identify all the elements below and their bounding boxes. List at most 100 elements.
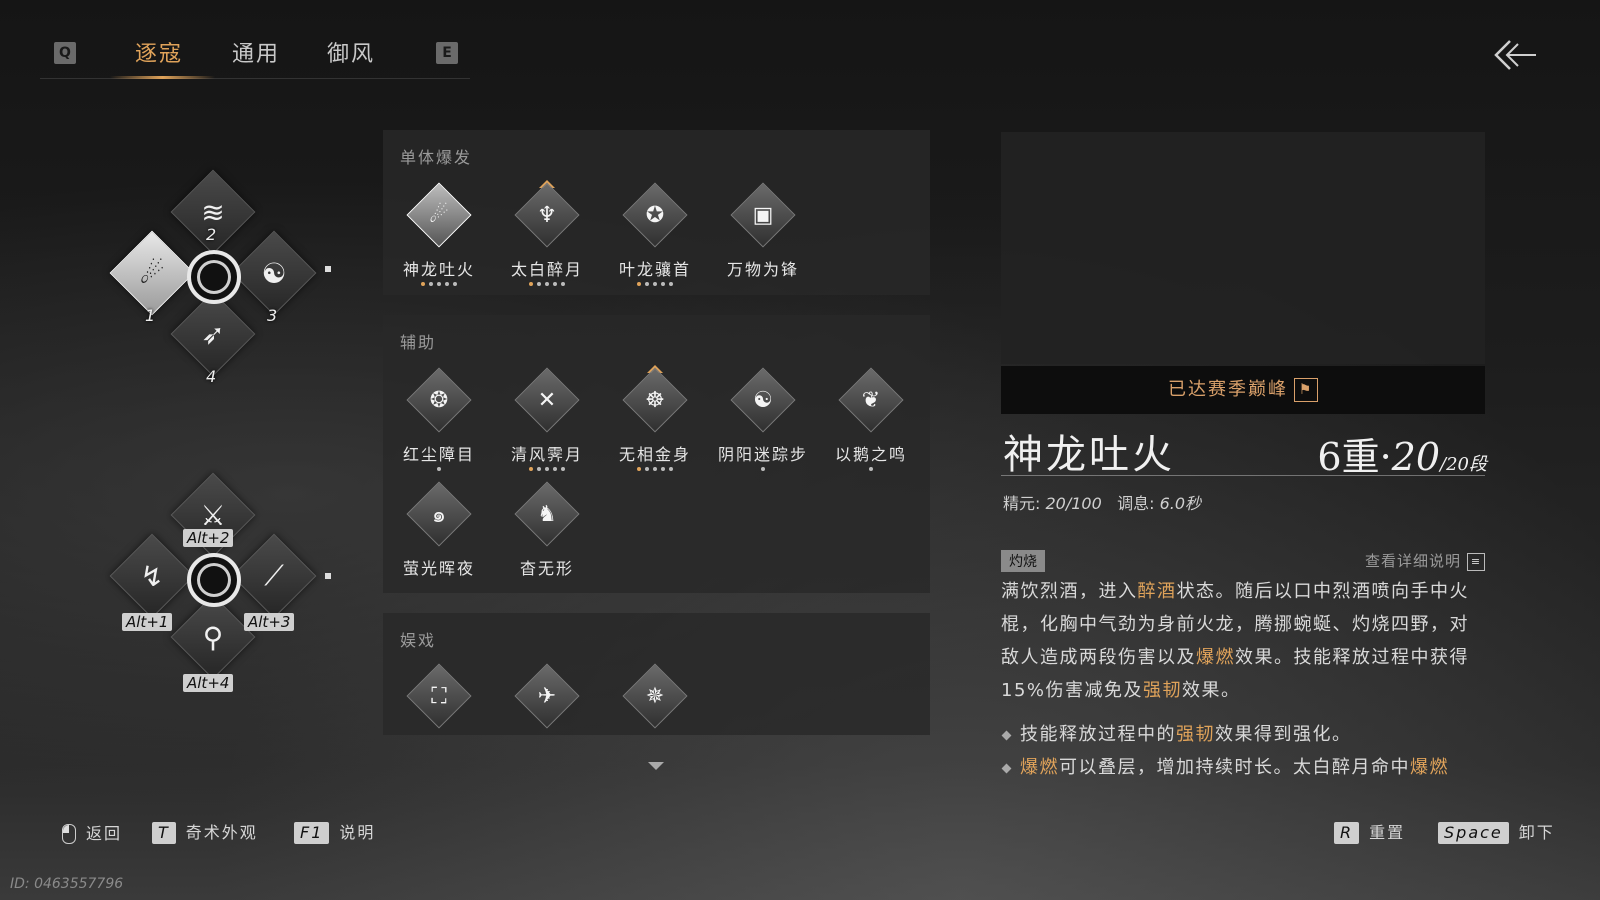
loadout-slot-3[interactable]: ☯ xyxy=(231,230,317,316)
prev-tab-key[interactable]: Q xyxy=(54,42,76,64)
loadout-center-ring-icon xyxy=(187,553,241,607)
title-divider xyxy=(1001,475,1485,476)
skill-title: 神龙吐火 xyxy=(1003,432,1175,478)
skill-level: 6重·20/20段 xyxy=(1317,435,1487,479)
skill-name: 无相金身 xyxy=(618,445,691,464)
skill-card[interactable]: ❦ 以鹅之鸣 xyxy=(826,367,916,473)
season-peak-text: 已达赛季巅峰 xyxy=(1168,379,1288,400)
skill-card[interactable]: ☄ 神龙吐火 xyxy=(394,182,484,288)
crossed-blades-icon: ✕ xyxy=(537,387,557,413)
skill-stats: 精元: 20/100 调息: 6.0秒 xyxy=(1003,494,1202,513)
skill-tab-bar: Q 逐寇 通用 御风 E xyxy=(40,30,470,79)
category-panel-fun: 娱戏 ⛶ ✈ ✵ xyxy=(383,613,930,735)
skill-rank-dots xyxy=(610,282,700,288)
flying-kick-icon: ✈ xyxy=(537,683,557,709)
description-text: 效果。 xyxy=(1182,680,1241,701)
tab-yufeng[interactable]: 御风 xyxy=(327,36,375,68)
slot-key-alt3: Alt+3 xyxy=(244,613,295,631)
skill-card-locked[interactable]: ▣ 万物为锋 xyxy=(718,182,808,280)
group-indicator-dot xyxy=(325,573,331,579)
description-text: 可以叠层，增加持续时长。太白醉月命中 xyxy=(1059,757,1410,778)
skill-card[interactable]: ☯ 阴阳迷踪步 xyxy=(718,367,808,473)
keyword-highlight: 强韧 xyxy=(1176,724,1215,745)
view-details-link[interactable]: 查看详细说明 ≡ xyxy=(1365,550,1485,571)
back-hint[interactable]: 返回 xyxy=(62,820,122,844)
help-hint[interactable]: F1 说明 xyxy=(294,819,375,844)
skill-name: 清风霁月 xyxy=(510,445,583,464)
appearance-hint[interactable]: T 奇术外观 xyxy=(152,819,258,844)
unequip-key: Space xyxy=(1438,822,1509,844)
category-panel-burst: 单体爆发 ☄ 神龙吐火 ♆ 太白醉月 ✪ 叶龙骧首 ▣ 万物为锋 xyxy=(383,130,930,295)
effect-tag: 灼烧 xyxy=(1001,550,1045,572)
meditate-icon: ☯ xyxy=(261,256,287,290)
tab-tongyong[interactable]: 通用 xyxy=(232,36,280,68)
loadout-slot-4[interactable]: ➶ xyxy=(170,291,256,377)
slot-key-alt2: Alt+2 xyxy=(183,529,234,547)
dust-eye-icon: ❂ xyxy=(429,387,449,413)
detail-doc-icon: ≡ xyxy=(1467,552,1485,571)
yin-yang-icon: ☯ xyxy=(753,387,773,413)
tab-zhukou[interactable]: 逐寇 xyxy=(135,36,183,68)
category-title: 娱戏 xyxy=(400,631,437,650)
loadout-group-primary: ≋ ☄ ☯ ➶ 2 1 3 4 xyxy=(95,160,355,400)
category-panel-support: 辅助 ❂ 红尘障目 ✕ 清风霁月 ☸ 无相金身 ☯ 阴阳迷踪步 ❦ 以鹅之鸣 ๑… xyxy=(383,315,930,593)
golden-body-icon: ☸ xyxy=(645,387,665,413)
appearance-key: T xyxy=(152,822,176,844)
skill-card[interactable]: ☸ 无相金身 xyxy=(610,365,700,473)
back-arrow-icon[interactable] xyxy=(1492,38,1538,72)
reset-key: R xyxy=(1334,822,1360,844)
skill-card[interactable]: ✵ xyxy=(610,663,700,729)
goose-icon: ❦ xyxy=(861,387,881,413)
unequip-hint[interactable]: Space 卸下 xyxy=(1438,819,1555,844)
loadout-slot-alt3[interactable]: ⟋ xyxy=(231,533,317,619)
skill-card[interactable]: ✪ 叶龙骧首 xyxy=(610,182,700,288)
skill-card[interactable]: ❂ 红尘障目 xyxy=(394,367,484,473)
spread-arms-icon: ✵ xyxy=(645,683,665,709)
description-text: 技能释放过程中的 xyxy=(1020,724,1176,745)
skill-card[interactable]: ♆ 太白醉月 xyxy=(502,180,592,288)
skill-description: 满饮烈酒，进入醉酒状态。随后以口中烈酒喷向手中火棍，化胸中气劲为身前火龙，腾挪蜿… xyxy=(1001,575,1487,707)
keyword-highlight: 爆燃 xyxy=(1410,757,1449,778)
skill-rank-dots xyxy=(394,467,484,473)
dragon-head-icon: ✪ xyxy=(645,202,665,228)
loadout-slot-1[interactable]: ☄ xyxy=(109,230,195,316)
skill-card[interactable]: ✕ 清风霁月 xyxy=(502,367,592,473)
loadout-center-ring-icon xyxy=(187,250,241,304)
scroll-down-arrow-icon[interactable] xyxy=(648,762,664,770)
description-bullet-1: 技能释放过程中的强韧效果得到强化。 xyxy=(1001,720,1352,746)
slot-label-3: 3 xyxy=(267,306,278,325)
lock-icon: ▣ xyxy=(752,202,774,228)
feather-icon: ➶ xyxy=(201,317,225,351)
slot-label-1: 1 xyxy=(145,306,156,325)
skill-name: 神龙吐火 xyxy=(402,260,475,279)
skill-rank-dots xyxy=(502,282,592,288)
slot-label-2: 2 xyxy=(206,225,217,244)
skill-name: 叶龙骧首 xyxy=(618,260,691,279)
skill-name: 太白醉月 xyxy=(510,260,583,279)
keyword-highlight: 强韧 xyxy=(1143,680,1183,701)
dragon-fire-icon: ☄ xyxy=(429,202,449,228)
slot-key-alt1: Alt+1 xyxy=(122,613,173,631)
category-title: 辅助 xyxy=(400,333,437,352)
bullet-diamond-icon xyxy=(1001,730,1012,740)
firefly-swirl-icon: ๑ xyxy=(432,502,446,528)
bullet-diamond-icon xyxy=(1001,763,1012,773)
skill-card[interactable]: ⛶ xyxy=(394,663,484,729)
lying-pose-icon: ⛶ xyxy=(431,683,447,709)
skill-card[interactable]: ✈ xyxy=(502,663,592,729)
category-title: 单体爆发 xyxy=(400,148,473,167)
reset-hint[interactable]: R 重置 xyxy=(1334,819,1405,844)
vanish-icon: ♞ xyxy=(537,501,557,527)
skill-name: 萤光晖夜 xyxy=(402,559,475,578)
description-text: 效果得到强化。 xyxy=(1215,724,1352,745)
skill-preview-video xyxy=(1001,132,1485,364)
skill-name: 以鹅之鸣 xyxy=(834,445,907,464)
skill-card[interactable]: ♞ 杳无形 xyxy=(502,481,592,579)
loadout-slot-alt4[interactable]: ⚲ xyxy=(170,594,256,680)
skill-name: 万物为锋 xyxy=(726,260,799,279)
skill-card[interactable]: ๑ 萤光晖夜 xyxy=(394,481,484,579)
skill-rank-dots xyxy=(718,467,808,473)
next-tab-key[interactable]: E xyxy=(436,42,458,64)
skill-name: 阴阳迷踪步 xyxy=(718,445,809,464)
loadout-slot-alt1[interactable]: ↯ xyxy=(109,533,195,619)
